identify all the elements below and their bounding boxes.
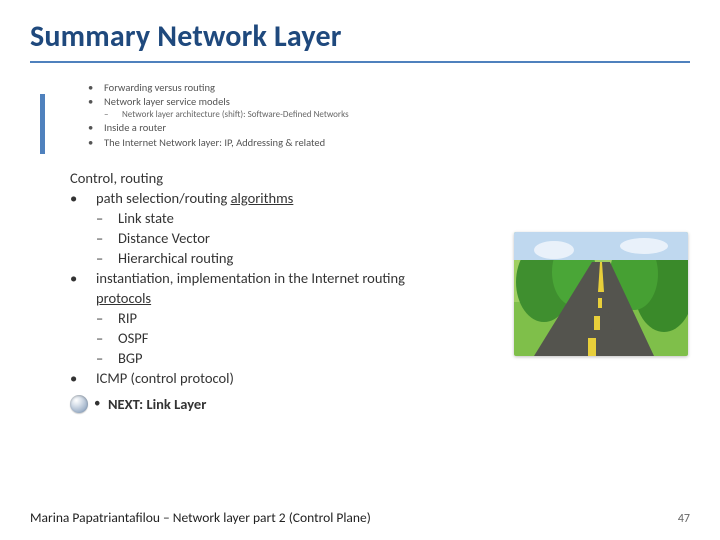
list-text: ICMP (control protocol) (96, 368, 234, 388)
slide-title: Summary Network Layer (30, 18, 690, 55)
bullet-icon: • (70, 368, 96, 388)
title-rule (30, 61, 690, 63)
bullet-icon: • (88, 95, 104, 109)
list-text: path selection/routing algorithms (96, 188, 293, 208)
list-text: BGP (118, 348, 143, 368)
list-text: Forwarding versus routing (104, 81, 215, 95)
list-text: Network layer service models (104, 95, 230, 109)
road-illustration-icon (514, 232, 688, 356)
bullet-icon: • (94, 395, 108, 413)
list-item: • path selection/routing algorithms (70, 188, 690, 208)
sphere-icon (70, 395, 88, 413)
text-part: path selection/routing (96, 189, 231, 207)
dash-icon: – (96, 228, 118, 248)
list-text: Hierarchical routing (118, 248, 233, 268)
footer-author: Marina Papatriantafilou – Network layer … (30, 509, 371, 526)
list-text: OSPF (118, 328, 148, 348)
dash-icon: – (96, 248, 118, 268)
next-row: • NEXT: Link Layer (70, 394, 690, 414)
next-text: NEXT: Link Layer (108, 394, 206, 414)
list-text: Network layer architecture (shift): Soft… (122, 109, 349, 121)
footer: Marina Papatriantafilou – Network layer … (30, 509, 690, 526)
list-text: Inside a router (104, 121, 166, 135)
text-underline: algorithms (231, 189, 294, 207)
text-part: instantiation, implementation in the Int… (96, 269, 405, 287)
slide: Summary Network Layer • Forwarding versu… (0, 0, 720, 540)
summary-small-list: • Forwarding versus routing • Network la… (88, 81, 690, 150)
section-heading: Control, routing (70, 168, 690, 188)
road-image (514, 232, 688, 356)
list-item: • Inside a router (88, 121, 690, 135)
list-text: instantiation, implementation in the Int… (96, 268, 405, 308)
dash-icon: – (96, 328, 118, 348)
list-subitem: – Network layer architecture (shift): So… (104, 109, 690, 121)
list-item: • ICMP (control protocol) (70, 368, 690, 388)
dash-icon: – (96, 308, 118, 328)
list-text: Distance Vector (118, 228, 210, 248)
list-text: The Internet Network layer: IP, Addressi… (104, 136, 325, 150)
dash-icon: – (104, 109, 122, 121)
bullet-icon: • (88, 81, 104, 95)
bullet-icon: • (88, 136, 104, 150)
list-item: • Network layer service models (88, 95, 690, 109)
page-number: 47 (678, 512, 690, 526)
bullet-icon: • (88, 121, 104, 135)
dash-icon: – (96, 348, 118, 368)
bullet-icon: • (70, 188, 96, 208)
dash-icon: – (96, 208, 118, 228)
list-item: • The Internet Network layer: IP, Addres… (88, 136, 690, 150)
list-text: Link state (118, 208, 174, 228)
text-underline: protocols (96, 289, 151, 307)
list-subitem: –Link state (96, 208, 690, 228)
bullet-icon: • (70, 268, 96, 308)
list-item: • Forwarding versus routing (88, 81, 690, 95)
list-text: RIP (118, 308, 137, 328)
accent-bar (40, 94, 45, 154)
